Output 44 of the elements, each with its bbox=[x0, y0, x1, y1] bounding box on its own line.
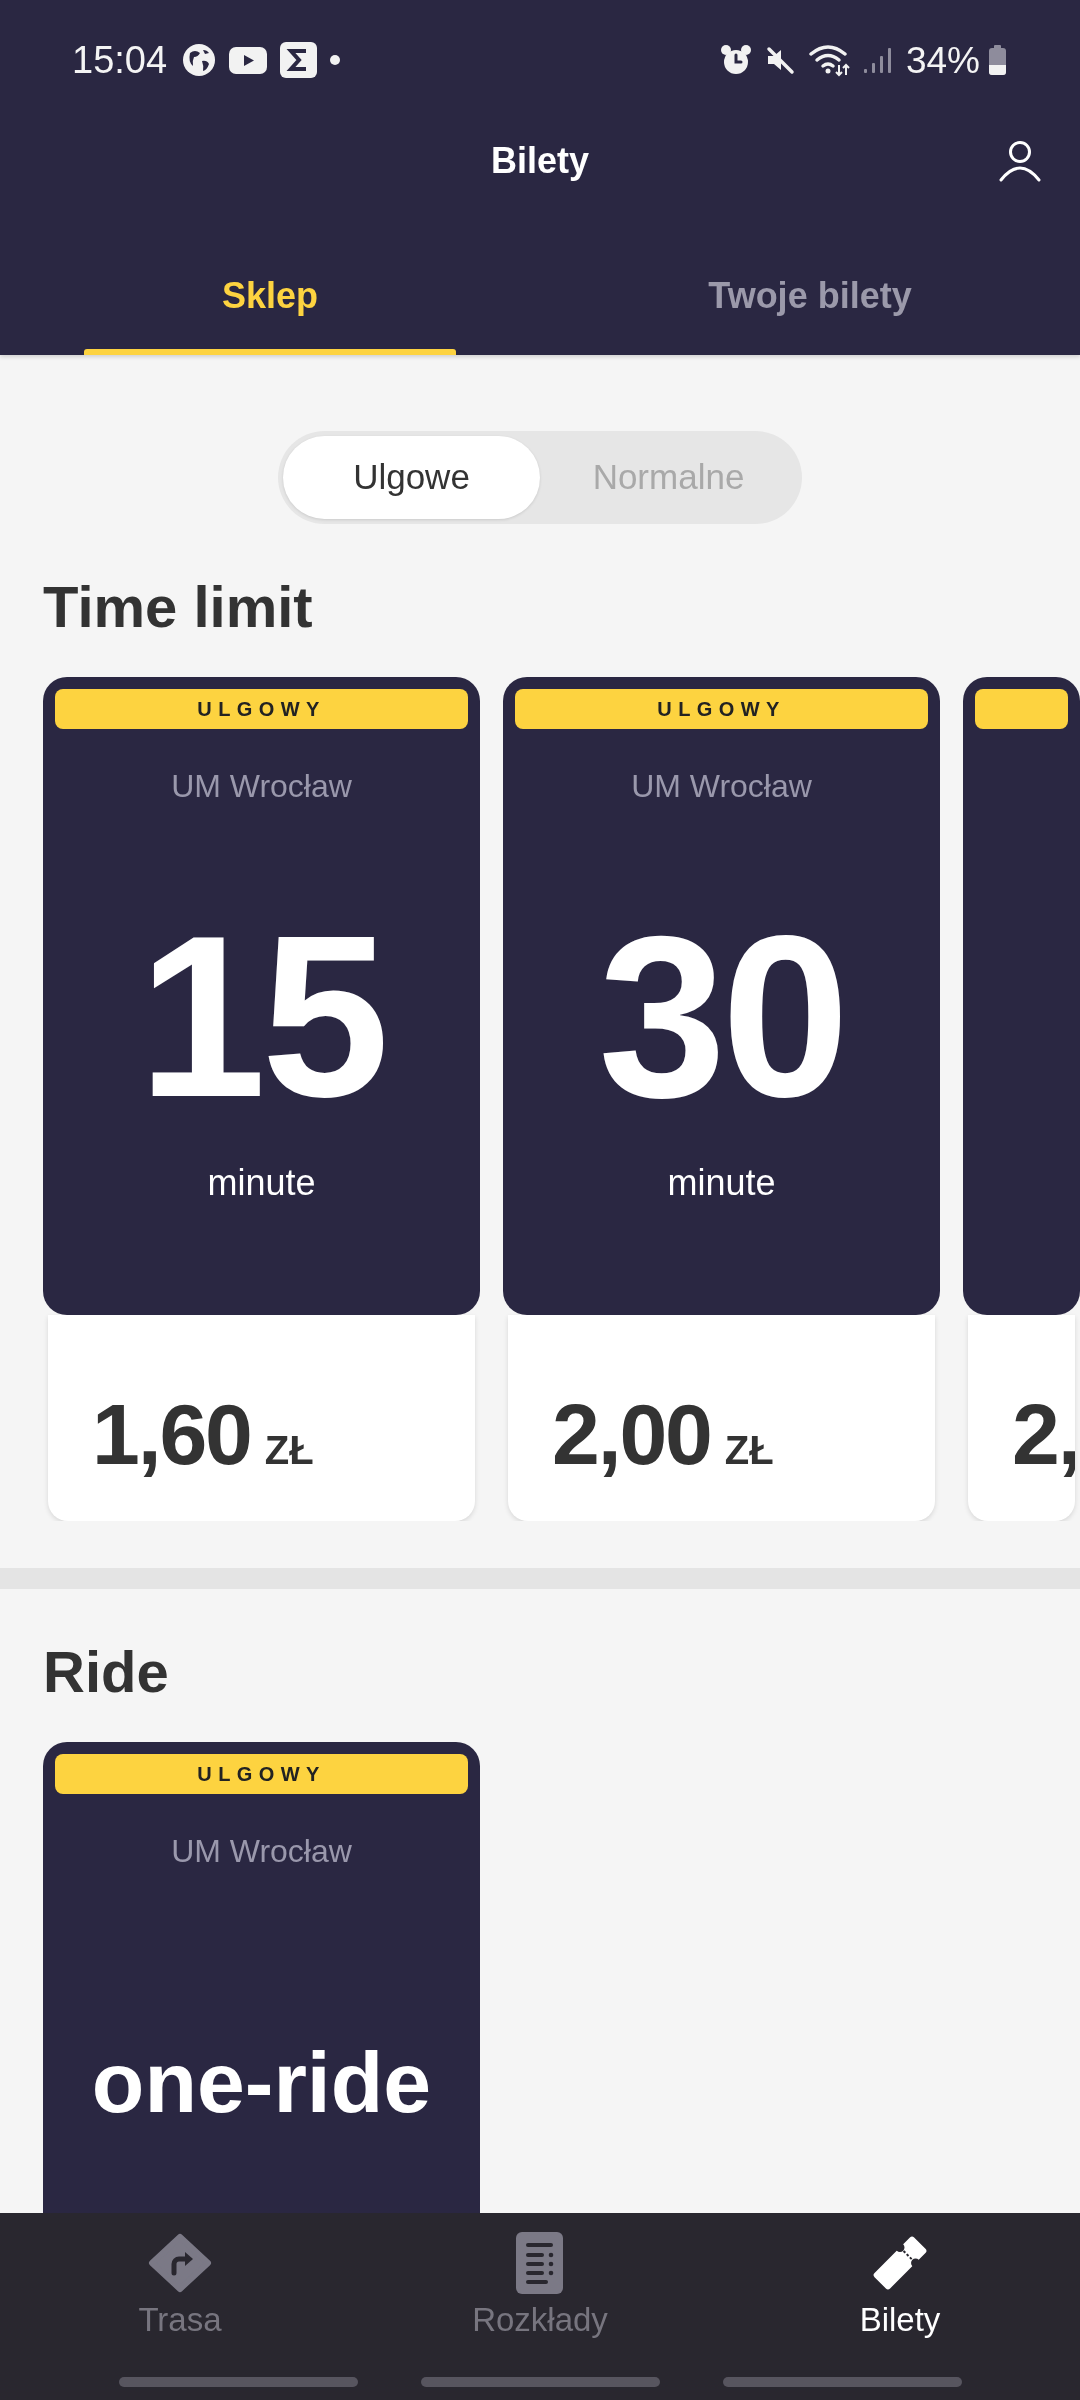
duration-unit: minute bbox=[206, 1161, 317, 1205]
video-play-icon bbox=[229, 46, 268, 74]
sigma-app-icon bbox=[280, 42, 318, 78]
ticket-price: 2, bbox=[1012, 1391, 1075, 1477]
ticket-price: 2,00 bbox=[552, 1391, 711, 1477]
ticket-duration: 15 bbox=[137, 902, 386, 1132]
person-icon[interactable] bbox=[998, 139, 1042, 183]
document-list-icon bbox=[516, 2232, 564, 2294]
ticket-type-badge: ULGOWY bbox=[515, 689, 928, 729]
battery-percentage: 34% bbox=[905, 41, 980, 79]
notification-dot-icon bbox=[330, 55, 341, 65]
ticket-card[interactable]: ULGOWY UM Wrocław 15 minute bbox=[43, 677, 480, 1315]
ticket-card[interactable]: ULGOWY UM Wrocław one-ride bbox=[43, 1742, 480, 2213]
currency-label: ZŁ bbox=[724, 1430, 774, 1470]
duration-unit: minute bbox=[666, 1161, 777, 1205]
tab[interactable]: Sklep bbox=[84, 274, 456, 355]
alarm-clock-icon bbox=[719, 44, 752, 76]
ticket-duration: 30 bbox=[597, 902, 846, 1132]
screen-title: Bilety bbox=[490, 139, 589, 183]
ticket-type-badge: ULGOWY bbox=[55, 689, 468, 729]
turn-right-sign-icon bbox=[148, 2233, 212, 2293]
signal-bars-icon bbox=[862, 45, 893, 75]
ticket-price: 1,60 bbox=[92, 1391, 251, 1477]
wifi-icon bbox=[807, 43, 850, 77]
ticket-type-badge: ULGOWY bbox=[55, 1754, 468, 1794]
price-panel[interactable]: 2, bbox=[968, 1315, 1075, 1521]
globe-icon bbox=[182, 43, 217, 77]
currency-label: ZŁ bbox=[264, 1430, 314, 1470]
ticket-operator: UM Wrocław bbox=[170, 767, 353, 806]
status-time: 15:04 bbox=[72, 41, 168, 79]
ticket-operator: UM Wrocław bbox=[170, 1832, 353, 1871]
ticket-name: one-ride bbox=[90, 2039, 433, 2125]
section-title: Ride bbox=[43, 1643, 169, 1701]
ticket-card[interactable]: ULGOWY UM Wrocław 30 minute bbox=[503, 677, 940, 1315]
nav-tab[interactable]: Bilety bbox=[859, 2230, 941, 2340]
section-title: Time limit bbox=[43, 578, 313, 636]
battery-icon bbox=[987, 45, 1008, 75]
fare-type-option[interactable]: Ulgowe bbox=[283, 436, 540, 519]
ticket-card[interactable] bbox=[963, 677, 1080, 1315]
ticket-operator: UM Wrocław bbox=[630, 767, 813, 806]
muted-speaker-icon bbox=[764, 45, 795, 75]
price-panel[interactable]: 2,00 ZŁ bbox=[508, 1315, 935, 1521]
tab[interactable]: Twoje bilety bbox=[708, 274, 912, 318]
price-panel[interactable]: 1,60 ZŁ bbox=[48, 1315, 475, 1521]
